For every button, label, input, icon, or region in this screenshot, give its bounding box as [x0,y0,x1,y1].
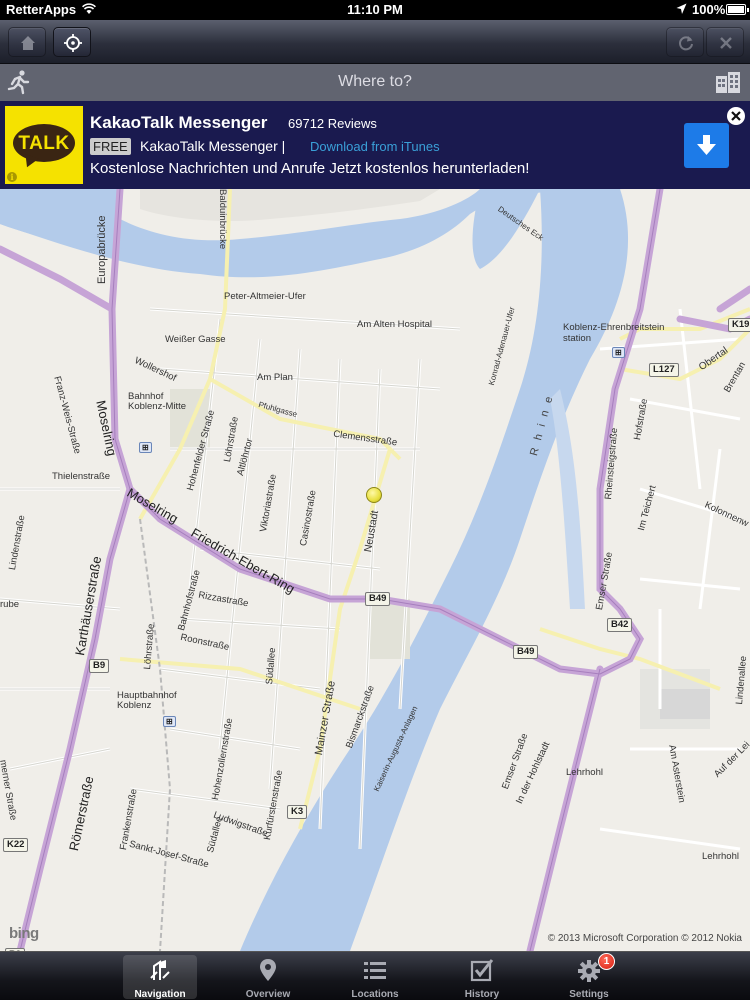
ad-app-name: KakaoTalk Messenger [90,113,268,132]
street-label: Am Plan [257,372,293,383]
tab-label: History [464,989,500,1000]
history-checkbox-icon [470,959,494,982]
buildings-icon[interactable] [714,70,742,94]
tab-label: Settings [569,989,609,1000]
street-label: Weißer Gasse [165,334,226,345]
refresh-button[interactable] [666,27,704,57]
road-shield: B9 [89,659,110,673]
ad-subtitle: KakaoTalk Messenger | [140,138,286,154]
ad-download-link[interactable]: Download from iTunes [310,139,440,154]
close-icon [731,111,741,121]
bing-logo: bing [9,925,39,942]
crosshair-icon [64,34,82,52]
street-label: Lehrhohl [566,767,603,778]
map-view[interactable]: Europabrücke Balduinbrücke Peter-Altmeie… [0,189,750,951]
poi-label: Hauptbahnhof Koblenz [117,690,177,711]
tab-overview[interactable]: Overview [231,955,305,1000]
walking-person-icon[interactable] [6,69,32,95]
battery-percent: 100% [692,2,726,17]
search-bar [0,64,750,101]
train-station-icon: ⊞ [163,716,176,727]
map-copyright: © 2013 Microsoft Corporation © 2012 Noki… [547,933,742,944]
train-station-icon: ⊞ [139,442,152,453]
poi-label: Koblenz-Ehrenbreitstein station [563,322,665,344]
tab-locations[interactable]: Locations [338,955,412,1000]
street-label: Thielenstraße [52,471,111,482]
kakaotalk-logo[interactable]: TALK i [5,106,83,184]
battery-icon [726,4,749,15]
list-icon [364,962,386,979]
road-shield: B42 [607,618,633,632]
logo-text: TALK [18,133,70,154]
map-base-graphic [0,189,750,951]
poi-label: Bahnhof Koblenz-Mitte [128,391,187,412]
location-arrow-icon [676,3,687,14]
road-shield: B49 [365,592,391,606]
ad-download-button[interactable] [684,123,729,168]
map-pin-icon [260,959,276,981]
road-shield: K22 [3,838,29,852]
ad-description: Kostenlose Nachrichten und Anrufe Jetzt … [90,160,530,177]
street-label: rube [0,599,20,610]
road-shield: L127 [649,363,679,377]
status-bar: RetterApps 11:10 PM 100% [0,0,750,20]
tab-label: Navigation [134,989,186,1000]
street-label: Balduinbrücke [217,189,228,250]
road-shield: B49 [513,645,539,659]
tab-navigation[interactable]: Navigation [123,955,197,1000]
street-label: Peter-Altmeier-Ufer [224,291,306,302]
home-icon [21,36,35,50]
navigation-icon [150,960,170,980]
tab-label: Locations [351,989,399,1000]
ad-info-icon[interactable]: i [7,172,17,182]
ad-banner[interactable]: TALK i KakaoTalk Messenger 69712 Reviews… [0,101,750,189]
download-arrow-icon [697,135,716,155]
locate-button[interactable] [53,27,91,57]
ad-free-badge: FREE [90,138,131,155]
road-shield: K19 [728,318,750,332]
tab-settings[interactable]: 1 Settings [552,953,626,1000]
home-button[interactable] [8,27,46,57]
street-label: Am Alten Hospital [357,319,432,330]
street-label: Europabrücke [96,215,108,285]
close-icon [720,37,732,49]
street-label: Lehrhohl [702,851,739,862]
tab-bar: Navigation Overview Locations History 1 … [0,951,750,1000]
refresh-icon [679,36,693,51]
ad-reviews: 69712 Reviews [288,116,377,131]
clock: 11:10 PM [347,2,403,17]
destination-search-input[interactable] [40,68,710,96]
notification-badge: 1 [598,953,615,970]
top-toolbar [0,20,750,64]
current-location-marker[interactable] [366,487,382,503]
tab-history[interactable]: History [445,955,519,1000]
ad-close-button[interactable] [727,107,745,125]
train-station-icon: ⊞ [612,347,625,358]
road-shield: K3 [287,805,308,819]
close-button[interactable] [706,27,744,57]
tab-label: Overview [245,989,291,1000]
